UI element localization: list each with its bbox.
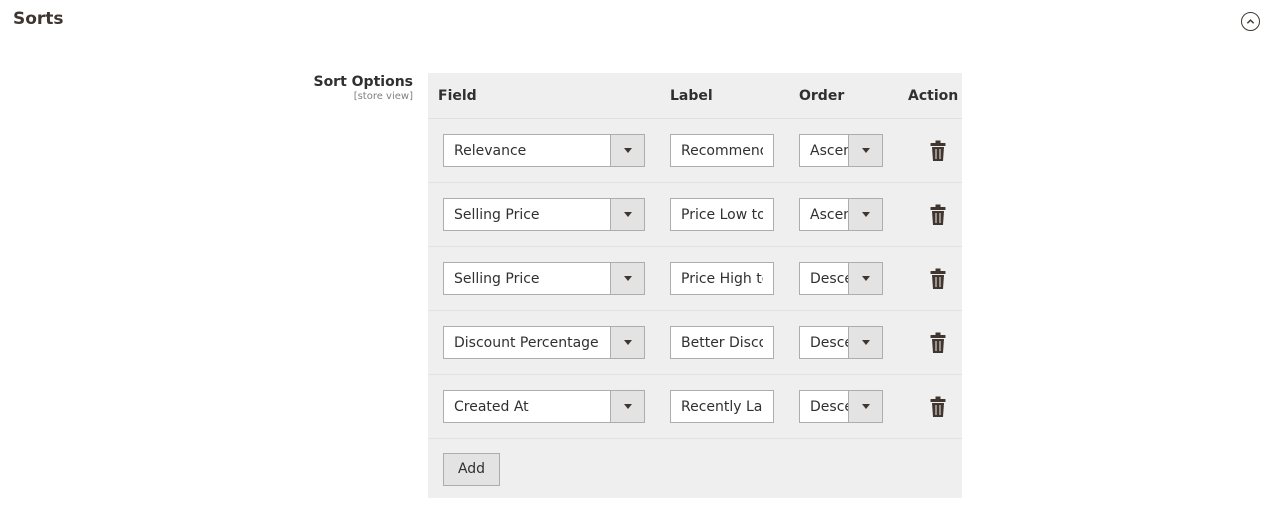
dropdown-arrow-icon xyxy=(848,135,882,166)
trash-icon[interactable] xyxy=(930,332,946,354)
order-select-value: Ascending xyxy=(810,142,848,159)
order-select[interactable]: Descending xyxy=(799,326,883,359)
order-select-value: Ascending xyxy=(810,206,848,223)
sort-option-row: Created At Descending xyxy=(428,375,962,439)
field-select[interactable]: Created At xyxy=(443,390,645,423)
order-select-value: Descending xyxy=(810,334,848,351)
grid-header: Field Label Order Action xyxy=(428,73,962,119)
field-select[interactable]: Selling Price xyxy=(443,198,645,231)
dropdown-arrow-icon xyxy=(848,391,882,422)
field-select[interactable]: Relevance xyxy=(443,134,645,167)
field-select-value: Selling Price xyxy=(454,206,540,223)
label-input[interactable] xyxy=(670,262,774,295)
order-select-value: Descending xyxy=(810,398,848,415)
trash-icon[interactable] xyxy=(930,268,946,290)
header-action: Action xyxy=(908,87,959,104)
field-select-value: Relevance xyxy=(454,142,527,159)
label-input[interactable] xyxy=(670,134,774,167)
dropdown-arrow-icon xyxy=(848,327,882,358)
order-select[interactable]: Descending xyxy=(799,390,883,423)
chevron-up-icon xyxy=(1246,19,1255,24)
dropdown-arrow-icon xyxy=(848,263,882,294)
order-select-value: Descending xyxy=(810,270,848,287)
order-select[interactable]: Descending xyxy=(799,262,883,295)
order-select[interactable]: Ascending xyxy=(799,198,883,231)
field-scope-text: [store view] xyxy=(353,91,413,102)
header-field: Field xyxy=(438,87,477,104)
sort-option-row: Relevance Ascending xyxy=(428,119,962,183)
field-label-text: Sort Options xyxy=(313,74,413,90)
trash-icon[interactable] xyxy=(930,396,946,418)
field-select[interactable]: Selling Price xyxy=(443,262,645,295)
field-select[interactable]: Discount Percentage xyxy=(443,326,645,359)
collapse-button[interactable] xyxy=(1241,12,1260,31)
trash-icon[interactable] xyxy=(930,204,946,226)
trash-icon[interactable] xyxy=(930,140,946,162)
sort-option-row: Discount Percentage Descending xyxy=(428,311,962,375)
header-label: Label xyxy=(670,87,713,104)
sort-option-row: Selling Price Ascending xyxy=(428,183,962,247)
field-select-value: Created At xyxy=(454,398,529,415)
label-input[interactable] xyxy=(670,390,774,423)
dropdown-arrow-icon xyxy=(610,391,644,422)
sort-option-row: Selling Price Descending xyxy=(428,247,962,311)
add-button[interactable]: Add xyxy=(443,452,500,486)
dropdown-arrow-icon xyxy=(610,263,644,294)
dropdown-arrow-icon xyxy=(610,135,644,166)
dropdown-arrow-icon xyxy=(848,199,882,230)
header-order: Order xyxy=(799,87,845,104)
dropdown-arrow-icon xyxy=(610,327,644,358)
dropdown-arrow-icon xyxy=(610,199,644,230)
field-select-value: Discount Percentage xyxy=(454,334,599,351)
section-title[interactable]: Sorts xyxy=(13,9,64,29)
field-select-value: Selling Price xyxy=(454,270,540,287)
sort-options-grid: Field Label Order Action Relevance Ascen… xyxy=(428,73,962,498)
sort-options-label: Sort Options [store view] xyxy=(313,74,413,102)
label-input[interactable] xyxy=(670,326,774,359)
order-select[interactable]: Ascending xyxy=(799,134,883,167)
add-row: Add xyxy=(428,439,962,499)
label-input[interactable] xyxy=(670,198,774,231)
